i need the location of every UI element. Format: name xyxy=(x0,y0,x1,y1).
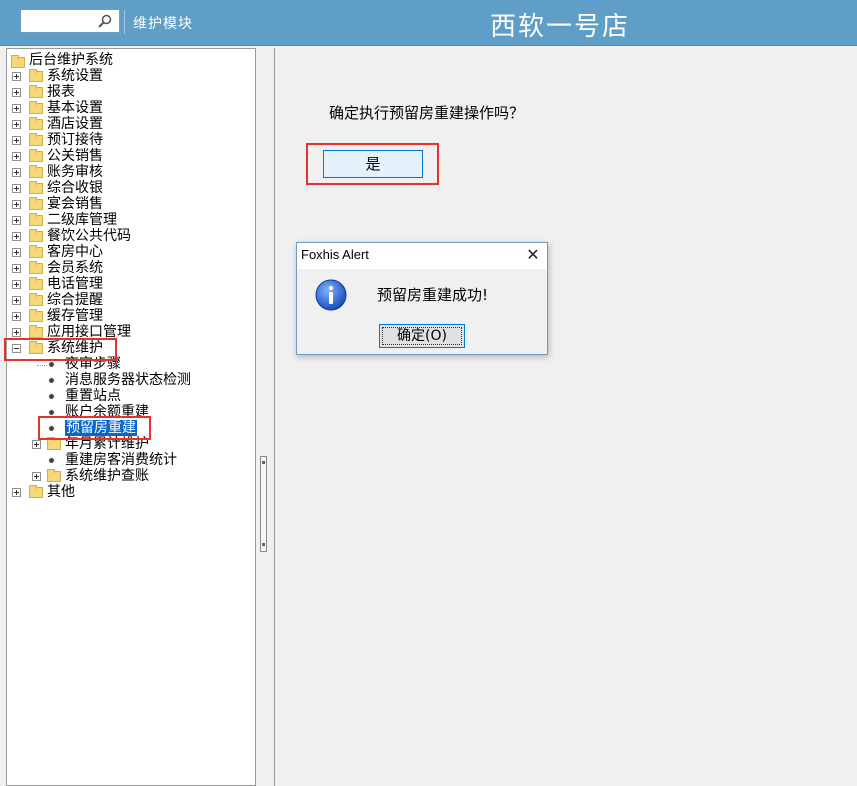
bullet-icon xyxy=(49,410,54,415)
ok-button[interactable]: 确定(O) xyxy=(379,324,465,348)
folder-icon xyxy=(29,85,43,98)
expand-icon[interactable] xyxy=(12,200,21,209)
expand-icon[interactable] xyxy=(12,232,21,241)
dialog-message: 预留房重建成功! xyxy=(377,286,489,304)
header-bar: 维护模块 西软一号店 xyxy=(0,0,857,46)
expand-icon[interactable] xyxy=(12,248,21,257)
folder-icon xyxy=(47,437,61,450)
expand-icon[interactable] xyxy=(12,136,21,145)
expand-icon[interactable] xyxy=(12,104,21,113)
tree-item-label[interactable]: 餐饮公共代码 xyxy=(47,228,131,244)
expand-icon[interactable] xyxy=(12,312,21,321)
folder-icon xyxy=(29,277,43,290)
tree-item-label[interactable]: 重置站点 xyxy=(65,388,121,404)
folder-icon xyxy=(29,165,43,178)
tree-item-label[interactable]: 客房中心 xyxy=(47,244,103,260)
tree-item-label[interactable]: 基本设置 xyxy=(47,100,103,116)
tree-root[interactable]: 后台维护系统 xyxy=(29,52,113,68)
panel-splitter[interactable] xyxy=(260,456,267,552)
folder-icon xyxy=(47,469,61,482)
highlight-box-selected-item xyxy=(38,416,151,440)
tree-item-label[interactable]: 报表 xyxy=(47,84,75,100)
folder-icon xyxy=(29,245,43,258)
expand-icon[interactable] xyxy=(12,120,21,129)
tree-item-label[interactable]: 重建房客消费统计 xyxy=(65,452,177,468)
store-title: 西软一号店 xyxy=(489,12,630,42)
search-input[interactable] xyxy=(20,9,120,33)
folder-icon xyxy=(29,309,43,322)
yes-button[interactable]: 是 xyxy=(323,150,423,178)
folder-icon xyxy=(29,293,43,306)
tree-item-label[interactable]: 综合提醒 xyxy=(47,292,103,308)
expand-icon[interactable] xyxy=(12,88,21,97)
tree-item-label[interactable]: 综合收银 xyxy=(47,180,103,196)
folder-icon xyxy=(29,485,43,498)
focus-ring xyxy=(382,327,462,345)
tree-item-label[interactable]: 预订接待 xyxy=(47,132,103,148)
folder-icon xyxy=(29,325,43,338)
folder-icon xyxy=(29,101,43,114)
search-icon[interactable] xyxy=(97,13,113,29)
expand-icon[interactable] xyxy=(12,488,21,497)
confirm-prompt: 确定执行预留房重建操作吗？ xyxy=(329,104,525,122)
tree-item-label[interactable]: 宴会销售 xyxy=(47,196,103,212)
dialog-titlebar[interactable]: Foxhis Alert ✕ xyxy=(297,243,547,269)
expand-icon[interactable] xyxy=(12,264,21,273)
tree-item-label[interactable]: 缓存管理 xyxy=(47,308,103,324)
info-icon xyxy=(315,279,347,311)
tree-item-label[interactable]: 系统设置 xyxy=(47,68,103,84)
module-label: 维护模块 xyxy=(133,16,193,32)
bullet-icon xyxy=(49,458,54,463)
expand-icon[interactable] xyxy=(32,440,41,449)
folder-icon xyxy=(29,149,43,162)
expand-icon[interactable] xyxy=(12,72,21,81)
expand-icon[interactable] xyxy=(12,296,21,305)
tree-connector xyxy=(37,365,47,367)
tree-item-label[interactable]: 账务审核 xyxy=(47,164,103,180)
tree-item-label[interactable]: 消息服务器状态检测 xyxy=(65,372,191,388)
alert-dialog: Foxhis Alert ✕ 预留房重建成功! 确定(O) xyxy=(296,242,548,355)
header-divider xyxy=(124,10,125,34)
folder-icon xyxy=(29,213,43,226)
folder-icon xyxy=(29,181,43,194)
folder-icon xyxy=(29,133,43,146)
expand-icon[interactable] xyxy=(12,168,21,177)
tree-item-label[interactable]: 公关销售 xyxy=(47,148,103,164)
folder-icon xyxy=(29,197,43,210)
expand-icon[interactable] xyxy=(12,216,21,225)
folder-icon xyxy=(29,117,43,130)
tree-item-label[interactable]: 其他 xyxy=(47,484,75,500)
expand-icon[interactable] xyxy=(12,152,21,161)
tree-item-label[interactable]: 酒店设置 xyxy=(47,116,103,132)
folder-icon xyxy=(29,69,43,82)
tree-item-label[interactable]: 系统维护查账 xyxy=(65,468,149,484)
bullet-icon xyxy=(49,394,54,399)
folder-icon xyxy=(29,261,43,274)
folder-icon xyxy=(11,55,25,68)
folder-icon xyxy=(29,229,43,242)
tree-item-label[interactable]: 二级库管理 xyxy=(47,212,117,228)
dialog-title: Foxhis Alert xyxy=(301,247,369,262)
bullet-icon xyxy=(49,362,54,367)
expand-icon[interactable] xyxy=(12,328,21,337)
highlight-box-system-maintenance xyxy=(4,338,117,361)
tree-item-label[interactable]: 电话管理 xyxy=(47,276,103,292)
bullet-icon xyxy=(49,378,54,383)
tree-item-label[interactable]: 会员系统 xyxy=(47,260,103,276)
expand-icon[interactable] xyxy=(32,472,41,481)
close-icon[interactable]: ✕ xyxy=(525,247,541,263)
expand-icon[interactable] xyxy=(12,280,21,289)
expand-icon[interactable] xyxy=(12,184,21,193)
